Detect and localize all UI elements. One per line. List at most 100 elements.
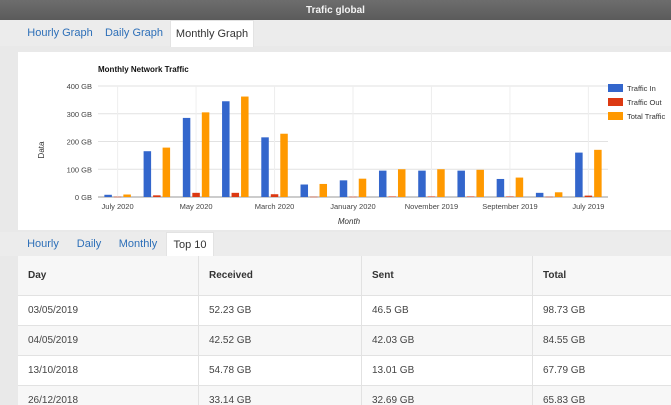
bar-traffic-out[interactable] [506,196,514,197]
bar-total-traffic[interactable] [162,147,171,197]
chart-legend: Traffic In Traffic Out Total Traffic [608,84,665,121]
bar-traffic-in[interactable] [496,178,505,197]
header-received[interactable]: Received [198,256,362,296]
bar-traffic-in[interactable] [339,180,348,197]
bar-traffic-in[interactable] [378,170,387,197]
bar-traffic-in[interactable] [182,117,191,197]
x-tick-label: November 2019 [405,202,458,211]
cell-sent: 46.5 GB [361,295,533,326]
bar-total-traffic[interactable] [358,178,367,197]
cell-sent: 32.69 GB [361,385,533,405]
x-axis-label: Month [338,217,361,226]
header-sent[interactable]: Sent [361,256,533,296]
legend-swatch [608,98,623,106]
cell-received: 52.23 GB [198,295,362,326]
cell-total: 84.55 GB [532,325,671,356]
legend-label: Traffic In [627,84,656,93]
tab-hourly-graph[interactable]: Hourly Graph [18,20,102,46]
graph-tabs: Hourly Graph Daily Graph Monthly Graph [0,20,671,47]
y-tick-label: 0 GB [75,193,92,202]
cell-sent: 13.01 GB [361,355,533,386]
bar-traffic-out[interactable] [584,195,593,197]
y-tick-labels: 0 GB 100 GB 200 GB 300 GB 400 GB [67,82,92,202]
cell-sent: 42.03 GB [361,325,533,356]
table-row: 13/10/2018 54.78 GB 13.01 GB 67.79 GB [18,355,671,386]
cell-day: 26/12/2018 [18,385,199,405]
bar-traffic-in[interactable] [261,137,269,197]
x-tick-label: September 2019 [482,202,537,211]
bar-total-traffic[interactable] [201,112,210,197]
cell-day: 04/05/2019 [18,325,199,356]
bar-traffic-out[interactable] [545,196,553,198]
y-tick-label: 100 GB [67,165,92,174]
y-tick-label: 300 GB [67,110,92,119]
header-total[interactable]: Total [532,256,671,296]
chart-card: Monthly Network Traffic Data Month 0 GB 1… [18,52,671,230]
bar-total-traffic[interactable] [437,169,445,197]
bar-traffic-in[interactable] [457,170,465,197]
bar-traffic-out[interactable] [388,196,396,197]
cell-total: 65.83 GB [532,385,671,405]
bar-traffic-in[interactable] [535,192,544,197]
legend-swatch [608,112,623,120]
cell-day: 03/05/2019 [18,295,199,326]
tab-monthly-graph[interactable]: Monthly Graph [170,20,254,47]
legend-label: Traffic Out [627,98,663,107]
x-tick-label: March 2020 [255,202,295,211]
bar-total-traffic[interactable] [476,169,484,197]
tab-daily[interactable]: Daily [68,232,110,256]
bar-traffic-in[interactable] [143,151,152,197]
bar-traffic-out[interactable] [310,196,318,198]
legend-label: Total Traffic [627,112,665,121]
bar-total-traffic[interactable] [280,133,288,197]
bar-total-traffic[interactable] [515,177,524,197]
top10-table: Day Received Sent Total 03/05/2019 52.23… [18,256,671,405]
cell-received: 42.52 GB [198,325,362,356]
bar-traffic-out[interactable] [192,192,200,197]
chart-grid [98,85,608,198]
table-row: 04/05/2019 42.52 GB 42.03 GB 84.55 GB [18,325,671,356]
bar-traffic-out[interactable] [466,196,475,197]
x-tick-labels: July 2020 May 2020 March 2020 January 2020 N… [102,202,605,211]
cell-received: 54.78 GB [198,355,362,386]
y-axis-label: Data [37,141,46,158]
bar-total-traffic[interactable] [241,96,249,197]
cell-received: 33.14 GB [198,385,362,405]
bar-total-traffic[interactable] [554,192,563,197]
bar-total-traffic[interactable] [319,183,328,197]
table-tabs: Hourly Daily Monthly Top 10 [0,232,671,257]
bar-traffic-out[interactable] [427,196,436,197]
bar-total-traffic[interactable] [397,169,406,197]
bar-traffic-in[interactable] [418,170,426,197]
tab-monthly[interactable]: Monthly [110,232,166,256]
header-day[interactable]: Day [18,256,199,296]
bar-traffic-in[interactable] [222,101,230,197]
tab-top-10[interactable]: Top 10 [166,232,214,257]
tab-hourly[interactable]: Hourly [18,232,68,256]
bar-traffic-in[interactable] [104,194,112,197]
top10-table-container: Day Received Sent Total 03/05/2019 52.23… [18,256,671,405]
x-tick-label: July 2019 [572,202,604,211]
cell-total: 98.73 GB [532,295,671,326]
bar-traffic-out[interactable] [270,194,279,197]
bar-traffic-out[interactable] [113,196,122,198]
legend-swatch [608,84,623,92]
bar-traffic-in[interactable] [575,152,583,197]
bar-total-traffic[interactable] [123,194,131,197]
x-tick-label: January 2020 [330,202,375,211]
chart-title: Monthly Network Traffic [98,65,189,74]
bar-traffic-out[interactable] [153,195,161,197]
bar-total-traffic[interactable] [594,149,602,197]
table-row: 03/05/2019 52.23 GB 46.5 GB 98.73 GB [18,295,671,326]
cell-day: 13/10/2018 [18,355,199,386]
bar-traffic-out[interactable] [349,196,357,198]
tab-daily-graph[interactable]: Daily Graph [98,20,170,46]
x-tick-label: May 2020 [180,202,213,211]
bar-traffic-in[interactable] [300,184,309,197]
y-tick-label: 200 GB [67,138,92,147]
bar-traffic-out[interactable] [231,192,240,197]
x-tick-label: July 2020 [102,202,134,211]
y-tick-label: 400 GB [67,82,92,91]
cell-total: 67.79 GB [532,355,671,386]
table-header-row: Day Received Sent Total [18,256,671,296]
